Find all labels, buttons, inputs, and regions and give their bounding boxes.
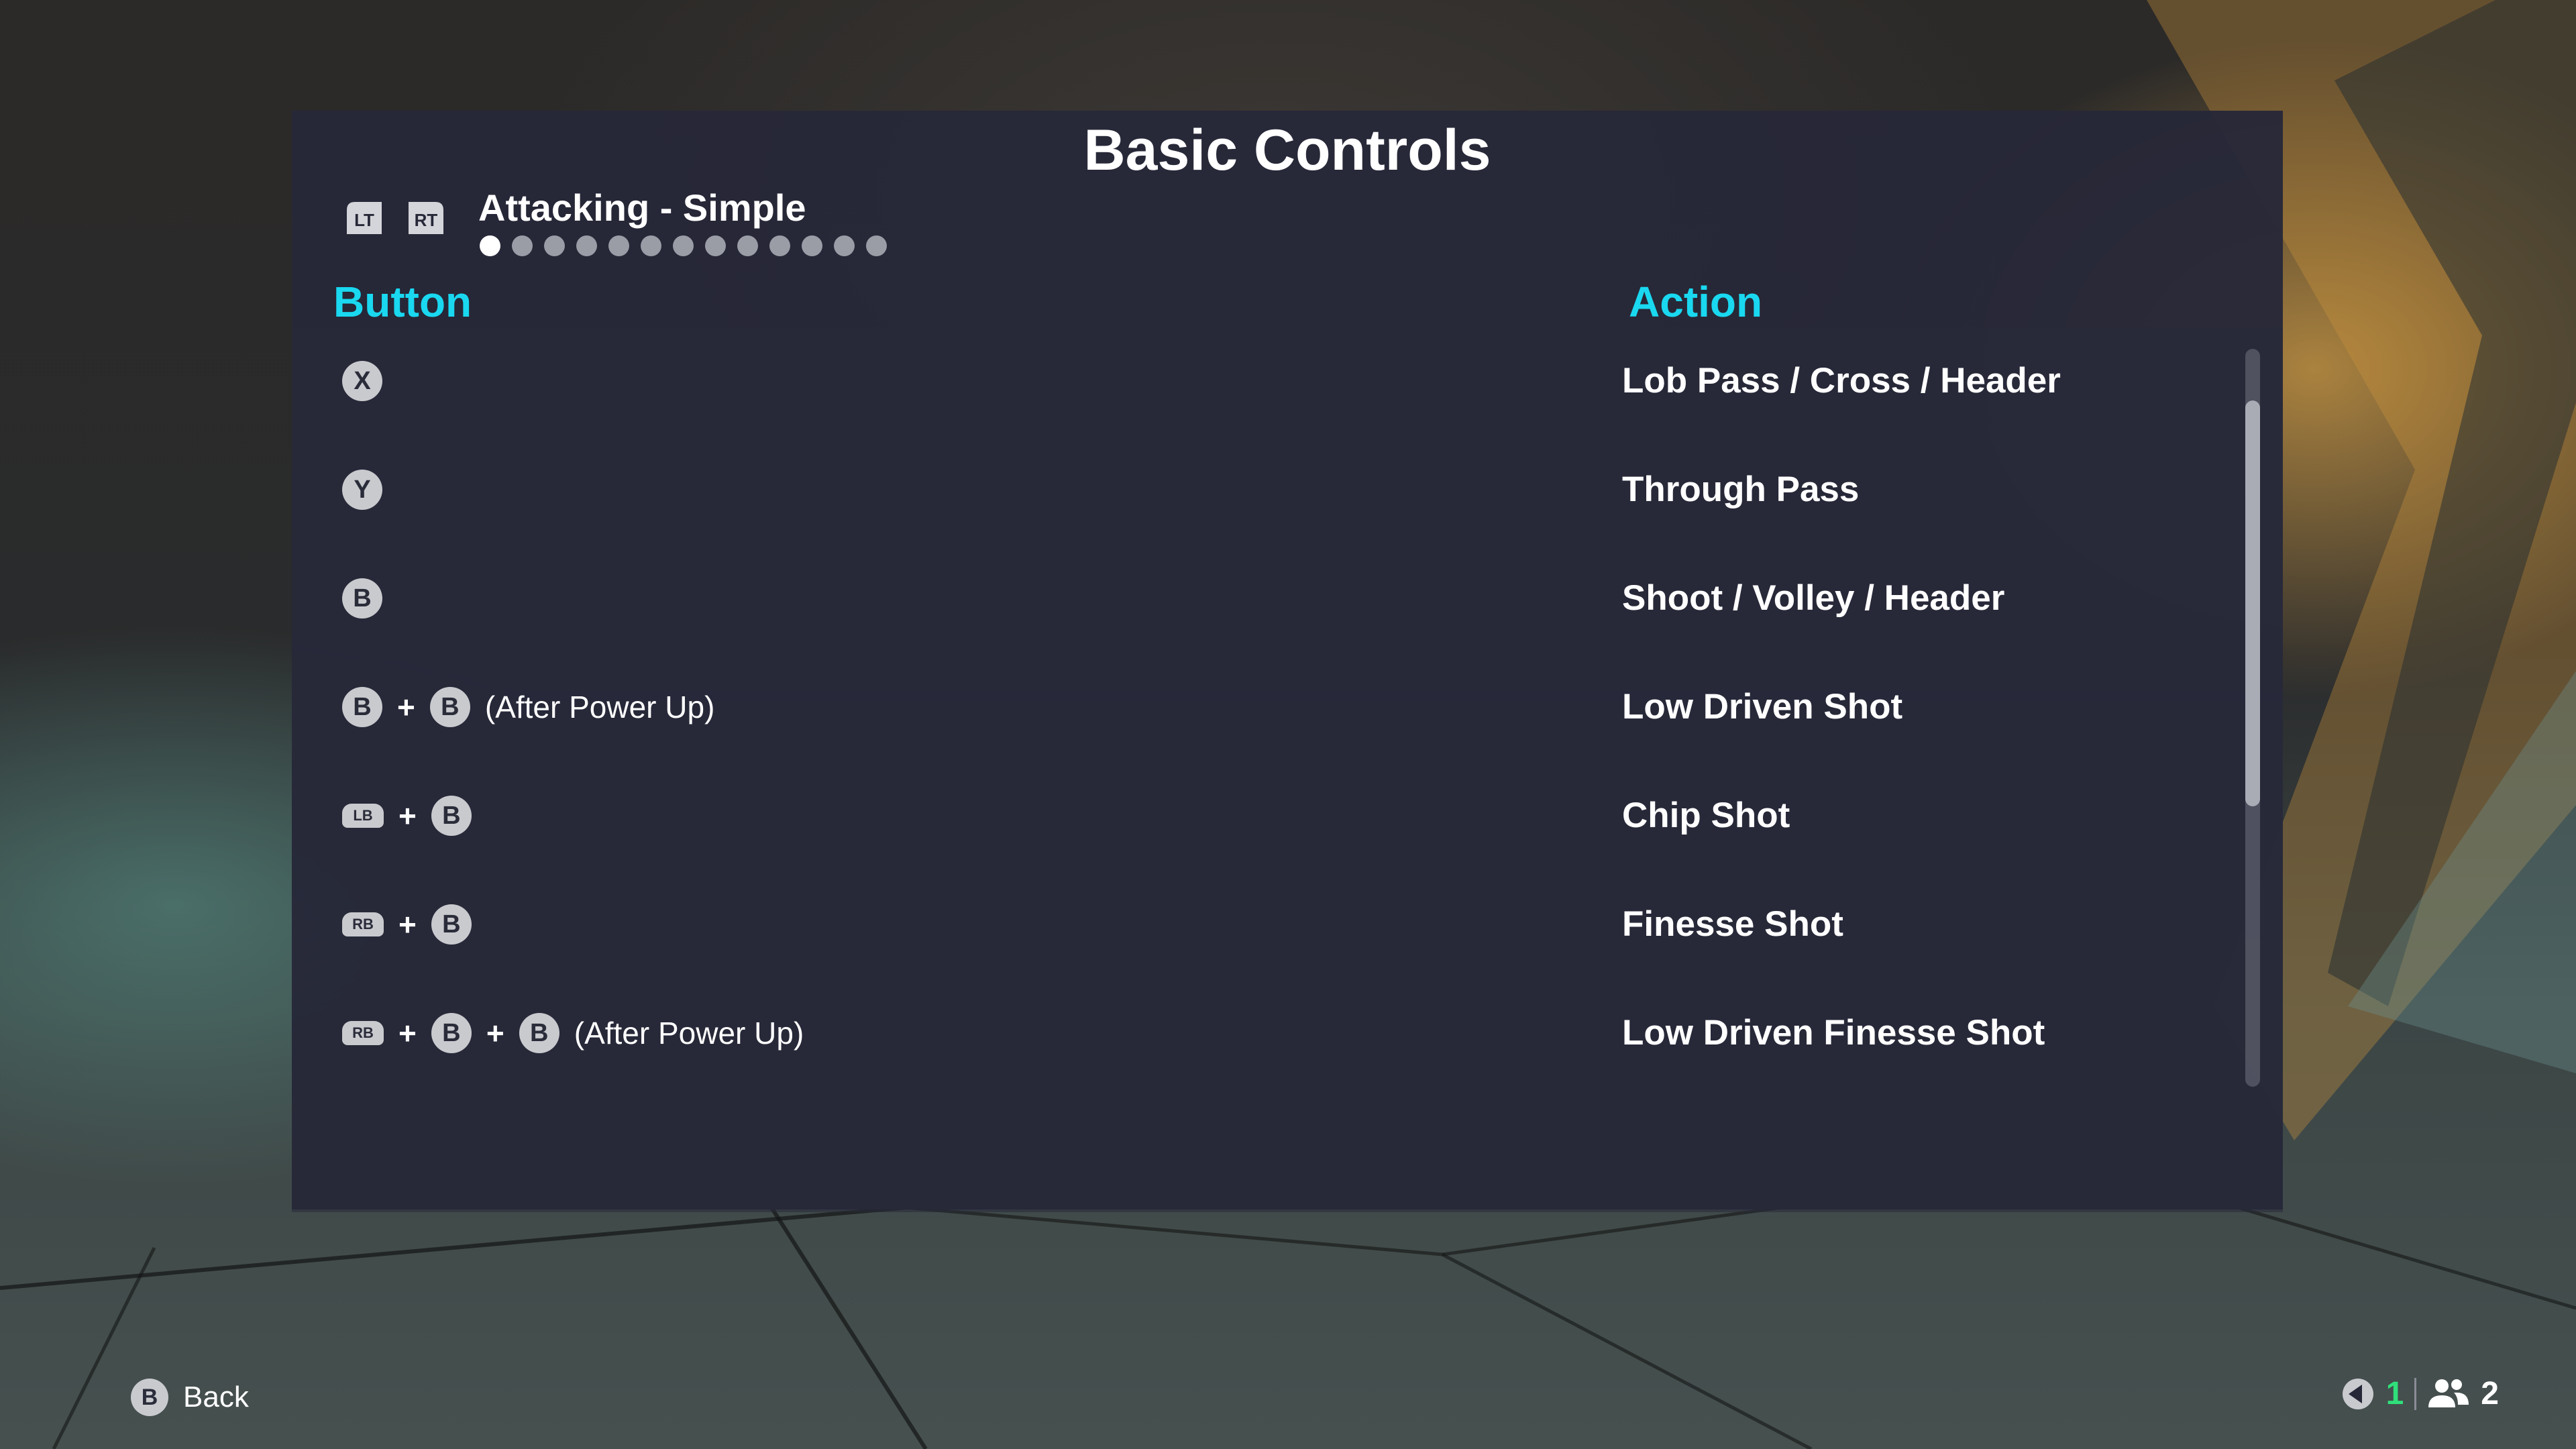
button-combo: B — [342, 544, 382, 653]
plus-sign: + — [398, 907, 417, 942]
action-label: Through Pass — [1622, 470, 1860, 509]
lb-button-icon: LB — [342, 804, 384, 828]
plus-sign: + — [398, 798, 417, 833]
rb-button-icon: RB — [342, 912, 384, 936]
page-dot[interactable] — [641, 235, 661, 256]
action-label: Lob Pass / Cross / Header — [1622, 361, 2061, 400]
control-row: LB + B Chip Shot — [292, 761, 2237, 870]
controller-player-icon — [2342, 1378, 2373, 1409]
button-combo: Y — [342, 435, 382, 544]
control-row: B + B (After Power Up) Low Driven Shot — [292, 653, 2237, 761]
player-status: 1 2 — [2341, 1375, 2499, 1412]
page-dot[interactable] — [512, 235, 533, 256]
divider — [2414, 1377, 2417, 1410]
svg-text:LT: LT — [354, 210, 374, 230]
section-name: Attacking - Simple — [478, 186, 806, 229]
page-indicator — [480, 235, 887, 256]
b-button-icon: B — [519, 1013, 559, 1053]
b-button-icon: B — [429, 687, 470, 727]
scrollbar-thumb[interactable] — [2245, 400, 2260, 806]
b-button-icon: B — [431, 904, 472, 945]
control-row: Y Through Pass — [292, 435, 2237, 544]
action-column-header: Action — [1629, 278, 1763, 326]
button-combo: RB + B — [342, 870, 472, 979]
control-row: RB + B Finesse Shot — [292, 870, 2237, 979]
action-label: Finesse Shot — [1622, 904, 1843, 944]
control-row: X Lob Pass / Cross / Header — [292, 327, 2237, 435]
b-button-icon: B — [342, 578, 382, 619]
y-button-icon: Y — [342, 470, 382, 510]
b-button-icon: B — [431, 1013, 472, 1053]
action-label: Low Driven Finesse Shot — [1622, 1013, 2045, 1053]
plus-sign: + — [486, 1016, 504, 1051]
page-dot[interactable] — [544, 235, 565, 256]
lt-trigger-icon[interactable]: LT — [344, 201, 384, 235]
page-dot[interactable] — [834, 235, 855, 256]
rt-trigger-icon[interactable]: RT — [406, 201, 446, 235]
page-dot[interactable] — [608, 235, 629, 256]
action-label: Low Driven Shot — [1622, 687, 1903, 727]
b-button-icon: B — [131, 1379, 168, 1416]
combo-note: (After Power Up) — [484, 690, 715, 724]
button-column-header: Button — [333, 278, 472, 326]
scrollbar[interactable] — [2245, 349, 2260, 1087]
plus-sign: + — [397, 690, 415, 724]
b-button-icon: B — [431, 796, 472, 836]
page-dot[interactable] — [705, 235, 726, 256]
back-button[interactable]: B Back — [131, 1379, 249, 1416]
rb-button-icon: RB — [342, 1021, 384, 1045]
button-combo: LB + B — [342, 761, 472, 870]
page-dot[interactable] — [769, 235, 790, 256]
online-player-count: 2 — [2481, 1376, 2499, 1411]
control-row: B Shoot / Volley / Header — [292, 544, 2237, 653]
plus-sign: + — [398, 1016, 417, 1051]
local-player-count: 1 — [2385, 1376, 2404, 1411]
page-dot[interactable] — [673, 235, 694, 256]
page-dot[interactable] — [866, 235, 887, 256]
button-combo: B + B (After Power Up) — [342, 653, 714, 761]
controls-list[interactable]: X Lob Pass / Cross / Header Y Through Pass B… — [292, 327, 2283, 1212]
action-label: Chip Shot — [1622, 796, 1790, 835]
b-button-icon: B — [342, 687, 382, 727]
page-dot[interactable] — [480, 235, 500, 256]
button-combo: RB + B + B (After Power Up) — [342, 979, 804, 1087]
action-label: Shoot / Volley / Header — [1622, 578, 2005, 618]
page-title: Basic Controls — [1083, 118, 1491, 182]
page-dot[interactable] — [802, 235, 822, 256]
back-label: Back — [183, 1381, 249, 1413]
online-players-icon — [2428, 1379, 2469, 1407]
page-dot[interactable] — [576, 235, 597, 256]
controls-panel: Basic Controls LT RT Attacking - Simple … — [292, 111, 2283, 1212]
button-combo: X — [342, 327, 382, 435]
svg-text:RT: RT — [415, 210, 438, 230]
control-row: RB + B + B (After Power Up) Low Driven Finesse… — [292, 979, 2237, 1087]
combo-note: (After Power Up) — [574, 1016, 804, 1051]
page-dot[interactable] — [737, 235, 758, 256]
x-button-icon: X — [342, 361, 382, 401]
